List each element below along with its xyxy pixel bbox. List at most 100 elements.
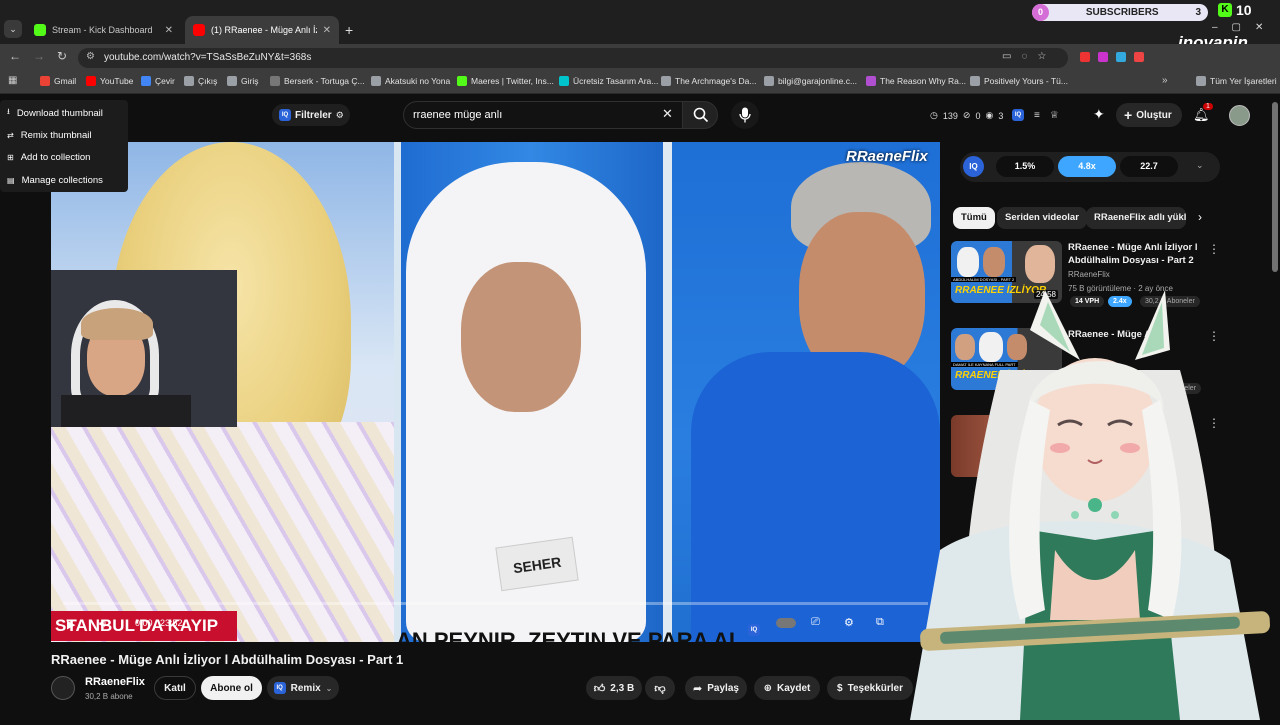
bookmark-item[interactable]: Maeres | Twitter, Ins... <box>457 76 554 86</box>
menu-download-thumbnail[interactable]: ⭳ Download thumbnail <box>7 104 103 122</box>
autoplay-toggle[interactable] <box>776 618 796 628</box>
site-info-icon[interactable]: ⚙ <box>86 51 95 62</box>
iq-player-icon[interactable]: IQ <box>748 618 760 636</box>
window-controls[interactable]: –▢✕ <box>1212 22 1277 33</box>
bookmark-favicon-icon <box>970 76 980 86</box>
tab-kick[interactable]: Stream - Kick Dashboard ✕ <box>26 16 181 44</box>
chip-series[interactable]: Seriden videolar <box>997 207 1087 229</box>
recommended-title[interactable]: RRaenee - Müge Anlı İzliyor l Abdülhalim… <box>1068 241 1203 267</box>
bookmark-item[interactable]: Çevir <box>141 76 175 86</box>
tab-search-button[interactable]: ⌄ <box>4 20 22 38</box>
menu-remix-thumbnail[interactable]: ⇄ Remix thumbnail <box>7 126 91 144</box>
apps-icon[interactable]: ▦ <box>8 75 17 86</box>
chip-all[interactable]: Tümü <box>953 207 995 229</box>
close-icon[interactable]: ✕ <box>165 25 173 36</box>
bookmark-label: Giriş <box>241 76 259 86</box>
subscribe-button[interactable]: Abone ol <box>201 676 262 700</box>
ext-icon[interactable] <box>1116 52 1126 62</box>
address-bar[interactable]: ⚙ youtube.com/watch?v=TSaSsBeZuNY&t=368s <box>78 48 1068 68</box>
all-bookmarks[interactable]: Tüm Yer İşaretleri <box>1196 76 1277 86</box>
create-label: Oluştur <box>1136 109 1172 121</box>
ext-icon[interactable] <box>1098 52 1108 62</box>
forward-button[interactable]: → <box>33 49 45 63</box>
bookmark-label: Positively Yours - Tü... <box>984 76 1068 86</box>
thumb-face <box>957 247 979 277</box>
bookmark-item[interactable]: Akatsuki no Yona <box>371 76 450 86</box>
chip-channel-uploads[interactable]: RRaeneFlix adlı yükle <box>1086 207 1186 229</box>
like-button[interactable]: 👍︎ 2,3 B <box>586 676 642 700</box>
channel-avatar[interactable] <box>51 676 75 700</box>
bookmark-item[interactable]: The Reason Why Ra... <box>866 76 966 86</box>
stat-a: 139 <box>942 110 958 121</box>
reload-button[interactable]: ↻ <box>57 49 67 63</box>
ext-icon[interactable] <box>1080 52 1090 62</box>
recommended-channel[interactable]: RRaeneFlix <box>1068 270 1203 279</box>
more-options-icon[interactable]: ⋮ <box>1208 242 1220 256</box>
dislike-button[interactable]: 👎︎ <box>645 676 675 700</box>
back-button[interactable]: ← <box>9 49 21 63</box>
search-icon <box>693 107 709 123</box>
bookmark-favicon-icon <box>764 76 774 86</box>
subscribers-right-count: 3 <box>1195 7 1201 18</box>
channel-name[interactable]: RRaeneFlix <box>85 676 145 688</box>
bookmark-item[interactable]: Gmail <box>40 76 76 86</box>
page-scrollbar[interactable] <box>1270 96 1280 720</box>
extension-icons[interactable] <box>1080 52 1144 62</box>
trophy-icon[interactable]: ♕ <box>1050 110 1059 121</box>
save-icon: ⊕ <box>763 682 773 694</box>
voice-search-button[interactable] <box>731 101 759 129</box>
ext-icon[interactable] <box>1134 52 1144 62</box>
share-button[interactable]: ➦ Paylaş <box>685 676 747 700</box>
menu-manage-collections[interactable]: ▤ Manage collections <box>7 171 103 189</box>
kick-count: 10 <box>1236 2 1252 18</box>
bookmark-favicon-icon <box>457 76 467 86</box>
bookmark-favicon-icon <box>40 76 50 86</box>
tab-youtube[interactable]: (1) RRaenee - Müge Anlı İzliyor ✕ <box>185 16 339 44</box>
progress-bar[interactable] <box>63 602 928 605</box>
menu-add-to-collection[interactable]: ⊞ Add to collection <box>7 148 90 166</box>
iq-toolbar-icons[interactable]: IQ ≡ ♕ <box>1012 109 1059 121</box>
clock-icon: ◷ <box>930 110 938 120</box>
avatar[interactable] <box>1229 105 1250 126</box>
bookmark-label: Ücretsiz Tasarım Ara... <box>573 76 659 86</box>
subtitles-icon[interactable]: ⎚ <box>811 616 820 629</box>
save-button[interactable]: ⊕ Kaydet <box>754 676 820 700</box>
clear-search-icon[interactable]: ✕ <box>662 106 673 122</box>
stat-c: 3 <box>998 110 1004 121</box>
settings-icon[interactable]: ⚙ <box>844 616 854 629</box>
thumb-face <box>983 247 1005 277</box>
thumb-banner: ABDÜLHALİM DOSYASI - PART 2 <box>951 277 1017 282</box>
extensions-area[interactable]: ▭◌☆ <box>1002 51 1056 62</box>
join-button[interactable]: Katıl <box>154 676 196 700</box>
bookmark-item[interactable]: Positively Yours - Tü... <box>970 76 1068 86</box>
bookmark-favicon-icon <box>559 76 569 86</box>
iq-badge[interactable]: IQ <box>963 156 984 177</box>
search-button[interactable] <box>682 101 718 129</box>
bookmarks-overflow[interactable]: » <box>1162 75 1168 86</box>
chevron-right-icon[interactable]: › <box>1198 210 1202 224</box>
create-button[interactable]: + Oluştur <box>1116 103 1182 127</box>
new-tab-button[interactable]: + <box>345 22 353 38</box>
bookmark-item[interactable]: Giriş <box>227 76 258 86</box>
search-input[interactable]: rraenee müge anlı ✕ <box>403 101 685 129</box>
iq-stat-multiplier: 4.8x <box>1058 156 1116 177</box>
close-icon[interactable]: ✕ <box>323 25 331 36</box>
volume-icon[interactable]: 🔊︎ <box>99 618 106 631</box>
list-icon[interactable]: ≡ <box>1034 110 1040 121</box>
bookmark-item[interactable]: YouTube <box>86 76 133 86</box>
bookmark-item[interactable]: bilgi@garajonline.c... <box>764 76 857 86</box>
filter-button[interactable]: IQ Filtreler ⚙ <box>272 104 350 126</box>
remix-button[interactable]: IQ Remix ⌄ <box>267 676 339 700</box>
bookmark-item[interactable]: Berserk - Tortuga Ç... <box>270 76 365 86</box>
ai-sparkle-button[interactable]: ✦ <box>1093 106 1105 123</box>
bookmark-item[interactable]: Ücretsiz Tasarım Ara... <box>559 76 658 86</box>
menu-item-label: Add to collection <box>20 151 91 163</box>
thanks-icon: $ <box>837 682 843 694</box>
scrollbar-thumb[interactable] <box>1272 102 1278 272</box>
iq-expand-icon[interactable]: ⌄ <box>1196 160 1204 171</box>
notifications-button[interactable]: 🔔︎ 1 <box>1193 103 1213 124</box>
save-label: Kaydet <box>777 682 811 694</box>
bookmark-item[interactable]: The Archmage's Da... <box>661 76 756 86</box>
bookmark-item[interactable]: Çıkış <box>184 76 217 86</box>
play-button[interactable]: ▶ <box>67 618 75 631</box>
